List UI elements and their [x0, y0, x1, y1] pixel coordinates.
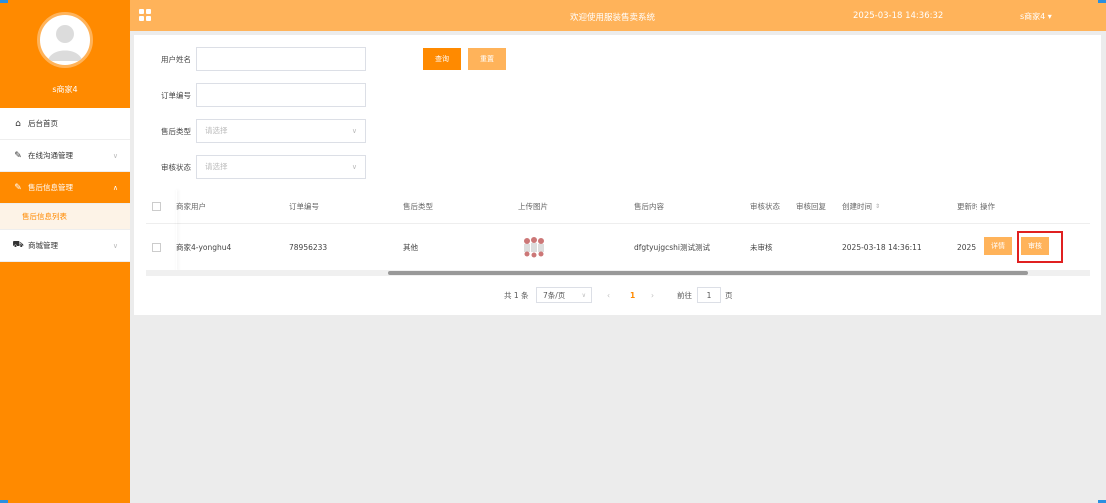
status-select[interactable]: 请选择 ∨ [196, 155, 366, 179]
prev-page-icon[interactable]: ‹ [607, 286, 610, 304]
type-select-placeholder: 请选择 [205, 126, 228, 135]
cell-content: dfgtyujgcshi测试测试 [634, 242, 711, 252]
sidebar-menu: ⌂ 后台首页 ✎ 在线沟通管理 ∨ ✎ 售后信息管理 ∧ 售后信息列表 ⛟ 商城… [0, 108, 130, 262]
order-input[interactable] [196, 83, 366, 107]
cell-status: 未审核 [750, 242, 773, 252]
system-title: 欢迎使用服装售卖系统 [570, 13, 656, 23]
sidebar-item-mall[interactable]: ⛟ 商城管理 ∨ [0, 230, 130, 262]
cell-updated: 2025 [957, 242, 977, 252]
sidebar-item-online-chat[interactable]: ✎ 在线沟通管理 ∨ [0, 140, 130, 172]
main-panel: 用户姓名 订单编号 售后类型 请选择 ∨ 审核状态 请选择 ∨ 查询 重置 商家… [134, 35, 1101, 315]
status-label: 审核状态 [161, 163, 191, 172]
chevron-down-icon: ∨ [581, 291, 586, 299]
col-status: 审核状态 [750, 202, 780, 211]
col-merchant-user: 商家用户 [176, 202, 206, 211]
aftersale-table: 商家用户 订单编号 售后类型 上传图片 售后内容 审核状态 审核回复 创建时间 … [146, 190, 1090, 271]
cell-image[interactable] [519, 224, 549, 270]
chevron-down-icon: ∨ [112, 242, 118, 250]
pagination-total: 共 1 条 [504, 290, 529, 300]
reset-button[interactable]: 重置 [468, 48, 506, 70]
edit-icon: ✎ [14, 150, 22, 161]
sort-icon[interactable]: ⇕ [875, 203, 880, 210]
scrollbar-thumb[interactable] [388, 271, 1028, 275]
current-datetime: 2025-03-18 14:36:32 [853, 11, 944, 21]
page-suffix: 页 [725, 290, 733, 300]
menu-grid-icon[interactable] [139, 9, 151, 21]
user-dropdown[interactable]: s商家4 ▾ [1020, 11, 1052, 22]
col-order-no: 订单编号 [289, 202, 319, 211]
avatar [37, 12, 93, 68]
cell-type: 其他 [403, 242, 418, 252]
col-image: 上传图片 [518, 202, 548, 211]
page-number-current[interactable]: 1 [630, 286, 635, 304]
chevron-down-icon: ∨ [351, 127, 357, 135]
col-created[interactable]: 创建时间 ⇕ [842, 190, 880, 223]
jump-page-input[interactable]: 1 [697, 287, 721, 303]
type-select[interactable]: 请选择 ∨ [196, 119, 366, 143]
col-actions: 操作 [980, 202, 995, 211]
detail-button[interactable]: 详情 [984, 237, 1012, 255]
fixed-column-divider [176, 190, 177, 271]
next-page-icon[interactable]: › [651, 286, 654, 304]
highlight-box [1017, 231, 1063, 263]
home-icon: ⌂ [15, 118, 21, 129]
sidebar-username: s商家4 [52, 85, 78, 94]
corner-marker [1098, 0, 1106, 3]
query-button[interactable]: 查询 [423, 48, 461, 70]
sidebar: s商家4 ⌂ 后台首页 ✎ 在线沟通管理 ∨ ✎ 售后信息管理 ∧ 售后信息列表… [0, 0, 130, 503]
cell-created: 2025-03-18 14:36:11 [842, 242, 922, 252]
cell-order-no: 78956233 [289, 242, 328, 252]
order-label: 订单编号 [161, 91, 191, 100]
chevron-up-icon: ∧ [112, 184, 118, 192]
page-size-value: 7条/页 [543, 290, 566, 300]
col-type: 售后类型 [403, 202, 433, 211]
sidebar-item-label: 在线沟通管理 [28, 151, 73, 160]
sidebar-item-label: 售后信息管理 [28, 183, 73, 192]
horizontal-scrollbar[interactable] [146, 270, 1090, 276]
chevron-down-icon: ∨ [112, 152, 118, 160]
col-reply: 审核回复 [796, 202, 826, 211]
sidebar-item-label: 后台首页 [28, 119, 58, 128]
sidebar-subitem-aftersale-list[interactable]: 售后信息列表 [0, 204, 130, 230]
col-content: 售后内容 [634, 202, 664, 211]
top-bar: 欢迎使用服装售卖系统 2025-03-18 14:36:32 s商家4 ▾ [130, 0, 1106, 31]
select-all-checkbox[interactable] [152, 190, 161, 223]
type-label: 售后类型 [161, 127, 191, 136]
cell-merchant-user: 商家4-yonghu4 [176, 242, 232, 252]
uploaded-image-thumbnail[interactable] [519, 232, 549, 262]
row-checkbox[interactable] [152, 224, 161, 270]
username-input[interactable] [196, 47, 366, 71]
sidebar-item-home[interactable]: ⌂ 后台首页 [0, 108, 130, 140]
jump-label: 前往 [677, 290, 692, 300]
table-header: 商家用户 订单编号 售后类型 上传图片 售后内容 审核状态 审核回复 创建时间 … [146, 190, 1090, 224]
col-updated: 更新时间 [957, 202, 977, 211]
edit-icon: ✎ [14, 182, 22, 193]
cart-icon: ⛟ [12, 240, 24, 250]
user-avatar-icon [48, 25, 82, 61]
sidebar-item-aftersale[interactable]: ✎ 售后信息管理 ∧ [0, 172, 130, 204]
corner-marker [0, 0, 8, 3]
profile-section: s商家4 [0, 0, 130, 106]
col-created-label: 创建时间 [842, 202, 872, 211]
chevron-down-icon: ∨ [351, 163, 357, 171]
table-row: 商家4-yonghu4 78956233 其他 dfgtyujgcshi测试测试… [146, 224, 1090, 271]
sidebar-item-label: 商城管理 [28, 241, 58, 250]
status-select-placeholder: 请选择 [205, 162, 228, 171]
pagination: 共 1 条 7条/页 ∨ ‹ 1 › 前往 1 页 [134, 286, 1101, 304]
username-label: 用户姓名 [161, 55, 191, 64]
page-size-select[interactable]: 7条/页 ∨ [536, 287, 592, 303]
